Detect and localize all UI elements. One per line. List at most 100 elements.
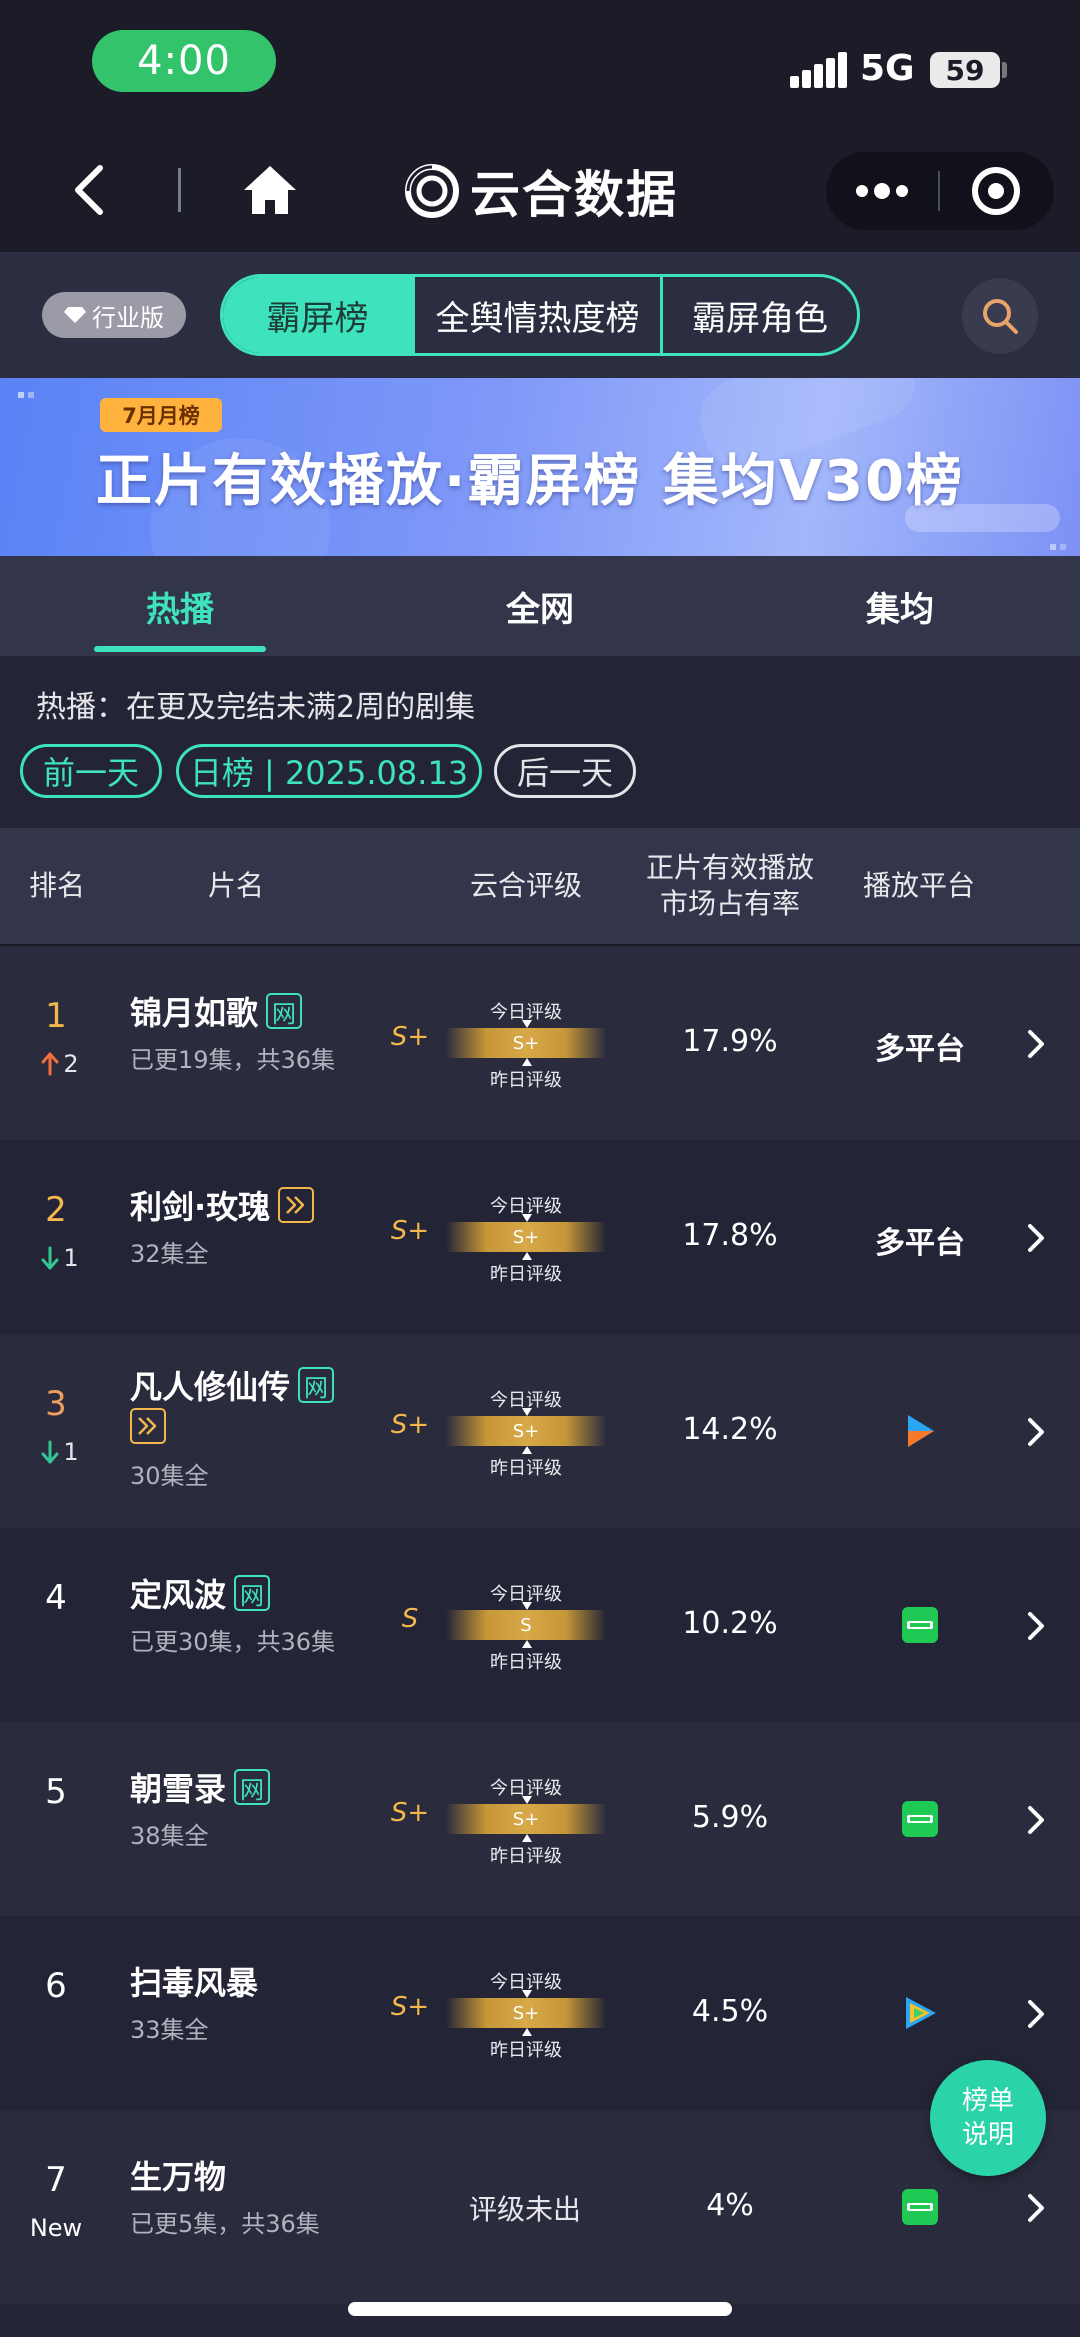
target-icon xyxy=(972,167,1020,215)
table-row[interactable]: 1 2 锦月如歌网已更19集，共36集 S+ 今日评级 S+ 昨日评级 17.9% 多平… xyxy=(0,946,1080,1140)
table-row[interactable]: 5 朝雪录网 38集全 S+ 今日评级 S+ 昨日评级 5.9% xyxy=(0,1722,1080,1916)
rating-grade: S+ xyxy=(390,1798,430,1828)
app-title-text: 云合数据 xyxy=(470,166,678,224)
header-rating: 云合评级 xyxy=(469,869,582,902)
rank-number: 7 xyxy=(45,2160,67,2200)
segment-quanyuqing[interactable]: 全舆情热度榜 xyxy=(415,277,663,353)
rating-grade: S+ xyxy=(390,1216,430,1246)
header-title: 片名 xyxy=(207,869,264,902)
platform-multi: 多平台 xyxy=(875,1226,965,1261)
prev-day-button[interactable]: 前一天 xyxy=(20,744,162,798)
rating-comparison: 今日评级 S+ 昨日评级 xyxy=(446,1774,606,1867)
rating-comparison: 今日评级 S 昨日评级 xyxy=(446,1580,606,1673)
title-line: 生万物 xyxy=(130,2152,226,2198)
more-button[interactable] xyxy=(826,152,938,230)
web-drama-badge: 网 xyxy=(298,1367,335,1403)
search-button[interactable] xyxy=(962,278,1038,354)
segment-bapingjuese[interactable]: 霸屏角色 xyxy=(663,277,857,353)
date-selector[interactable]: 日榜 | 2025.08.13 xyxy=(176,744,482,798)
tencent-video-icon xyxy=(900,1993,940,2033)
chevron-right-icon[interactable] xyxy=(1024,1996,1048,2032)
edition-badge[interactable]: 行业版 xyxy=(42,292,186,338)
chevron-right-icon[interactable] xyxy=(1024,1414,1048,1450)
header-platform: 播放平台 xyxy=(862,869,975,902)
network-type: 5G xyxy=(860,48,915,89)
episode-info: 38集全 xyxy=(130,1822,209,1850)
table-row[interactable]: 3 1 凡人修仙传网 30集全 S+ 今日评级 S+ 昨日评级 14.2% xyxy=(0,1334,1080,1528)
banner-tag: 7月月榜 xyxy=(100,398,222,432)
tab-rebo[interactable]: 热播 xyxy=(0,556,360,656)
rating-bar: S xyxy=(446,1610,606,1640)
battery-tip xyxy=(1002,62,1007,78)
rank-number: 6 xyxy=(45,1966,67,2006)
home-button[interactable] xyxy=(240,160,300,220)
episode-info: 已更5集，共36集 xyxy=(130,2210,320,2238)
back-button[interactable] xyxy=(66,160,116,220)
segment-bapingbang[interactable]: 霸屏榜 xyxy=(223,277,415,353)
episode-info: 已更19集，共36集 xyxy=(130,1046,336,1074)
table-row[interactable]: 4 定风波网已更30集，共36集 S 今日评级 S 昨日评级 10.2% xyxy=(0,1528,1080,1722)
next-day-button[interactable]: 后一天 xyxy=(494,744,636,798)
edition-badge-label: 行业版 xyxy=(92,303,164,332)
yesterday-marker-icon xyxy=(522,2028,532,2036)
category-tabs: 热播 全网 集均 xyxy=(0,556,1080,656)
new-entry-label: New xyxy=(29,2214,83,2242)
close-miniprogram-button[interactable] xyxy=(940,152,1052,230)
chevron-right-icon[interactable] xyxy=(1024,1220,1048,1256)
title-line: 朝雪录网 xyxy=(130,1764,271,1810)
status-time: 4:00 xyxy=(92,30,276,92)
iqiyi-icon xyxy=(900,1605,940,1645)
app-title: 云合数据 xyxy=(404,156,678,226)
show-title[interactable]: 定风波 xyxy=(130,1570,226,1616)
rank-change-value: 1 xyxy=(63,1244,79,1272)
market-share: 14.2% xyxy=(682,1412,778,1447)
market-share: 17.9% xyxy=(682,1024,778,1059)
tab-label: 集均 xyxy=(866,589,934,630)
show-title[interactable]: 扫毒风暴 xyxy=(130,1958,258,2004)
chevron-right-icon[interactable] xyxy=(1024,1608,1048,1644)
chevron-right-icon[interactable] xyxy=(1024,1026,1048,1062)
market-share: 4% xyxy=(706,2188,754,2223)
show-title[interactable]: 生万物 xyxy=(130,2152,226,2198)
yesterday-rating-label: 昨日评级 xyxy=(490,1846,562,1867)
rating-comparison: 今日评级 S+ 昨日评级 xyxy=(446,998,606,1091)
yesterday-rating-label: 昨日评级 xyxy=(490,1264,562,1285)
title-line: 定风波网 xyxy=(130,1570,271,1616)
today-marker-icon xyxy=(522,1020,532,1028)
banner[interactable]: 7月月榜 正片有效播放·霸屏榜 集均V30榜 xyxy=(0,378,1080,556)
chevron-right-icon[interactable] xyxy=(1024,1802,1048,1838)
banner-glass-pill xyxy=(905,504,1060,532)
rating-bar-grade: S+ xyxy=(512,1808,540,1830)
status-bar: 4:00 5G 59 xyxy=(0,0,1080,130)
episode-info: 已更30集，共36集 xyxy=(130,1628,336,1656)
show-title[interactable]: 朝雪录 xyxy=(130,1764,226,1810)
tab-jijun[interactable]: 集均 xyxy=(720,556,1080,656)
today-marker-icon xyxy=(522,1796,532,1804)
rank-number: 4 xyxy=(45,1578,67,1618)
yesterday-marker-icon xyxy=(522,1640,532,1648)
today-marker-icon xyxy=(522,1602,532,1610)
chevron-right-icon[interactable] xyxy=(1024,2190,1048,2226)
today-marker-icon xyxy=(522,1990,532,1998)
yunhe-logo-icon xyxy=(405,164,459,218)
table-header: 排名 片名 云合评级 正片有效播放 市场占有率 播放平台 xyxy=(0,828,1080,946)
battery-level: 59 xyxy=(945,53,985,87)
ranking-explanation-button[interactable]: 榜单 说明 xyxy=(930,2060,1046,2176)
web-drama-badge: 网 xyxy=(266,993,303,1029)
table-row[interactable]: 2 1 利剑·玫瑰 32集全 S+ 今日评级 S+ 昨日评级 17.8% 多平台 xyxy=(0,1140,1080,1334)
table-row[interactable]: 7 New 生万物已更5集，共36集 评级未出 4% xyxy=(0,2110,1080,2304)
miniprogram-capsule xyxy=(826,152,1054,230)
rating-comparison: 今日评级 S+ 昨日评级 xyxy=(446,1386,606,1479)
platform-multi: 多平台 xyxy=(875,1032,965,1067)
tab-label: 热播 xyxy=(146,589,214,630)
show-title[interactable]: 凡人修仙传 xyxy=(130,1362,290,1408)
filter-area: 热播：在更及完结未满2周的剧集 前一天 日榜 | 2025.08.13 后一天 xyxy=(0,656,1080,828)
arrow-up-icon xyxy=(41,1052,59,1076)
rating-bar: S+ xyxy=(446,1416,606,1446)
show-title[interactable]: 利剑·玫瑰 xyxy=(130,1182,270,1228)
show-title[interactable]: 锦月如歌 xyxy=(130,988,258,1034)
rating-pending: 评级未出 xyxy=(468,2193,581,2226)
table-row[interactable]: 6 扫毒风暴 33集全 S+ 今日评级 S+ 昨日评级 4.5% xyxy=(0,1916,1080,2110)
home-icon xyxy=(244,166,296,214)
tab-quanwang[interactable]: 全网 xyxy=(360,556,720,656)
